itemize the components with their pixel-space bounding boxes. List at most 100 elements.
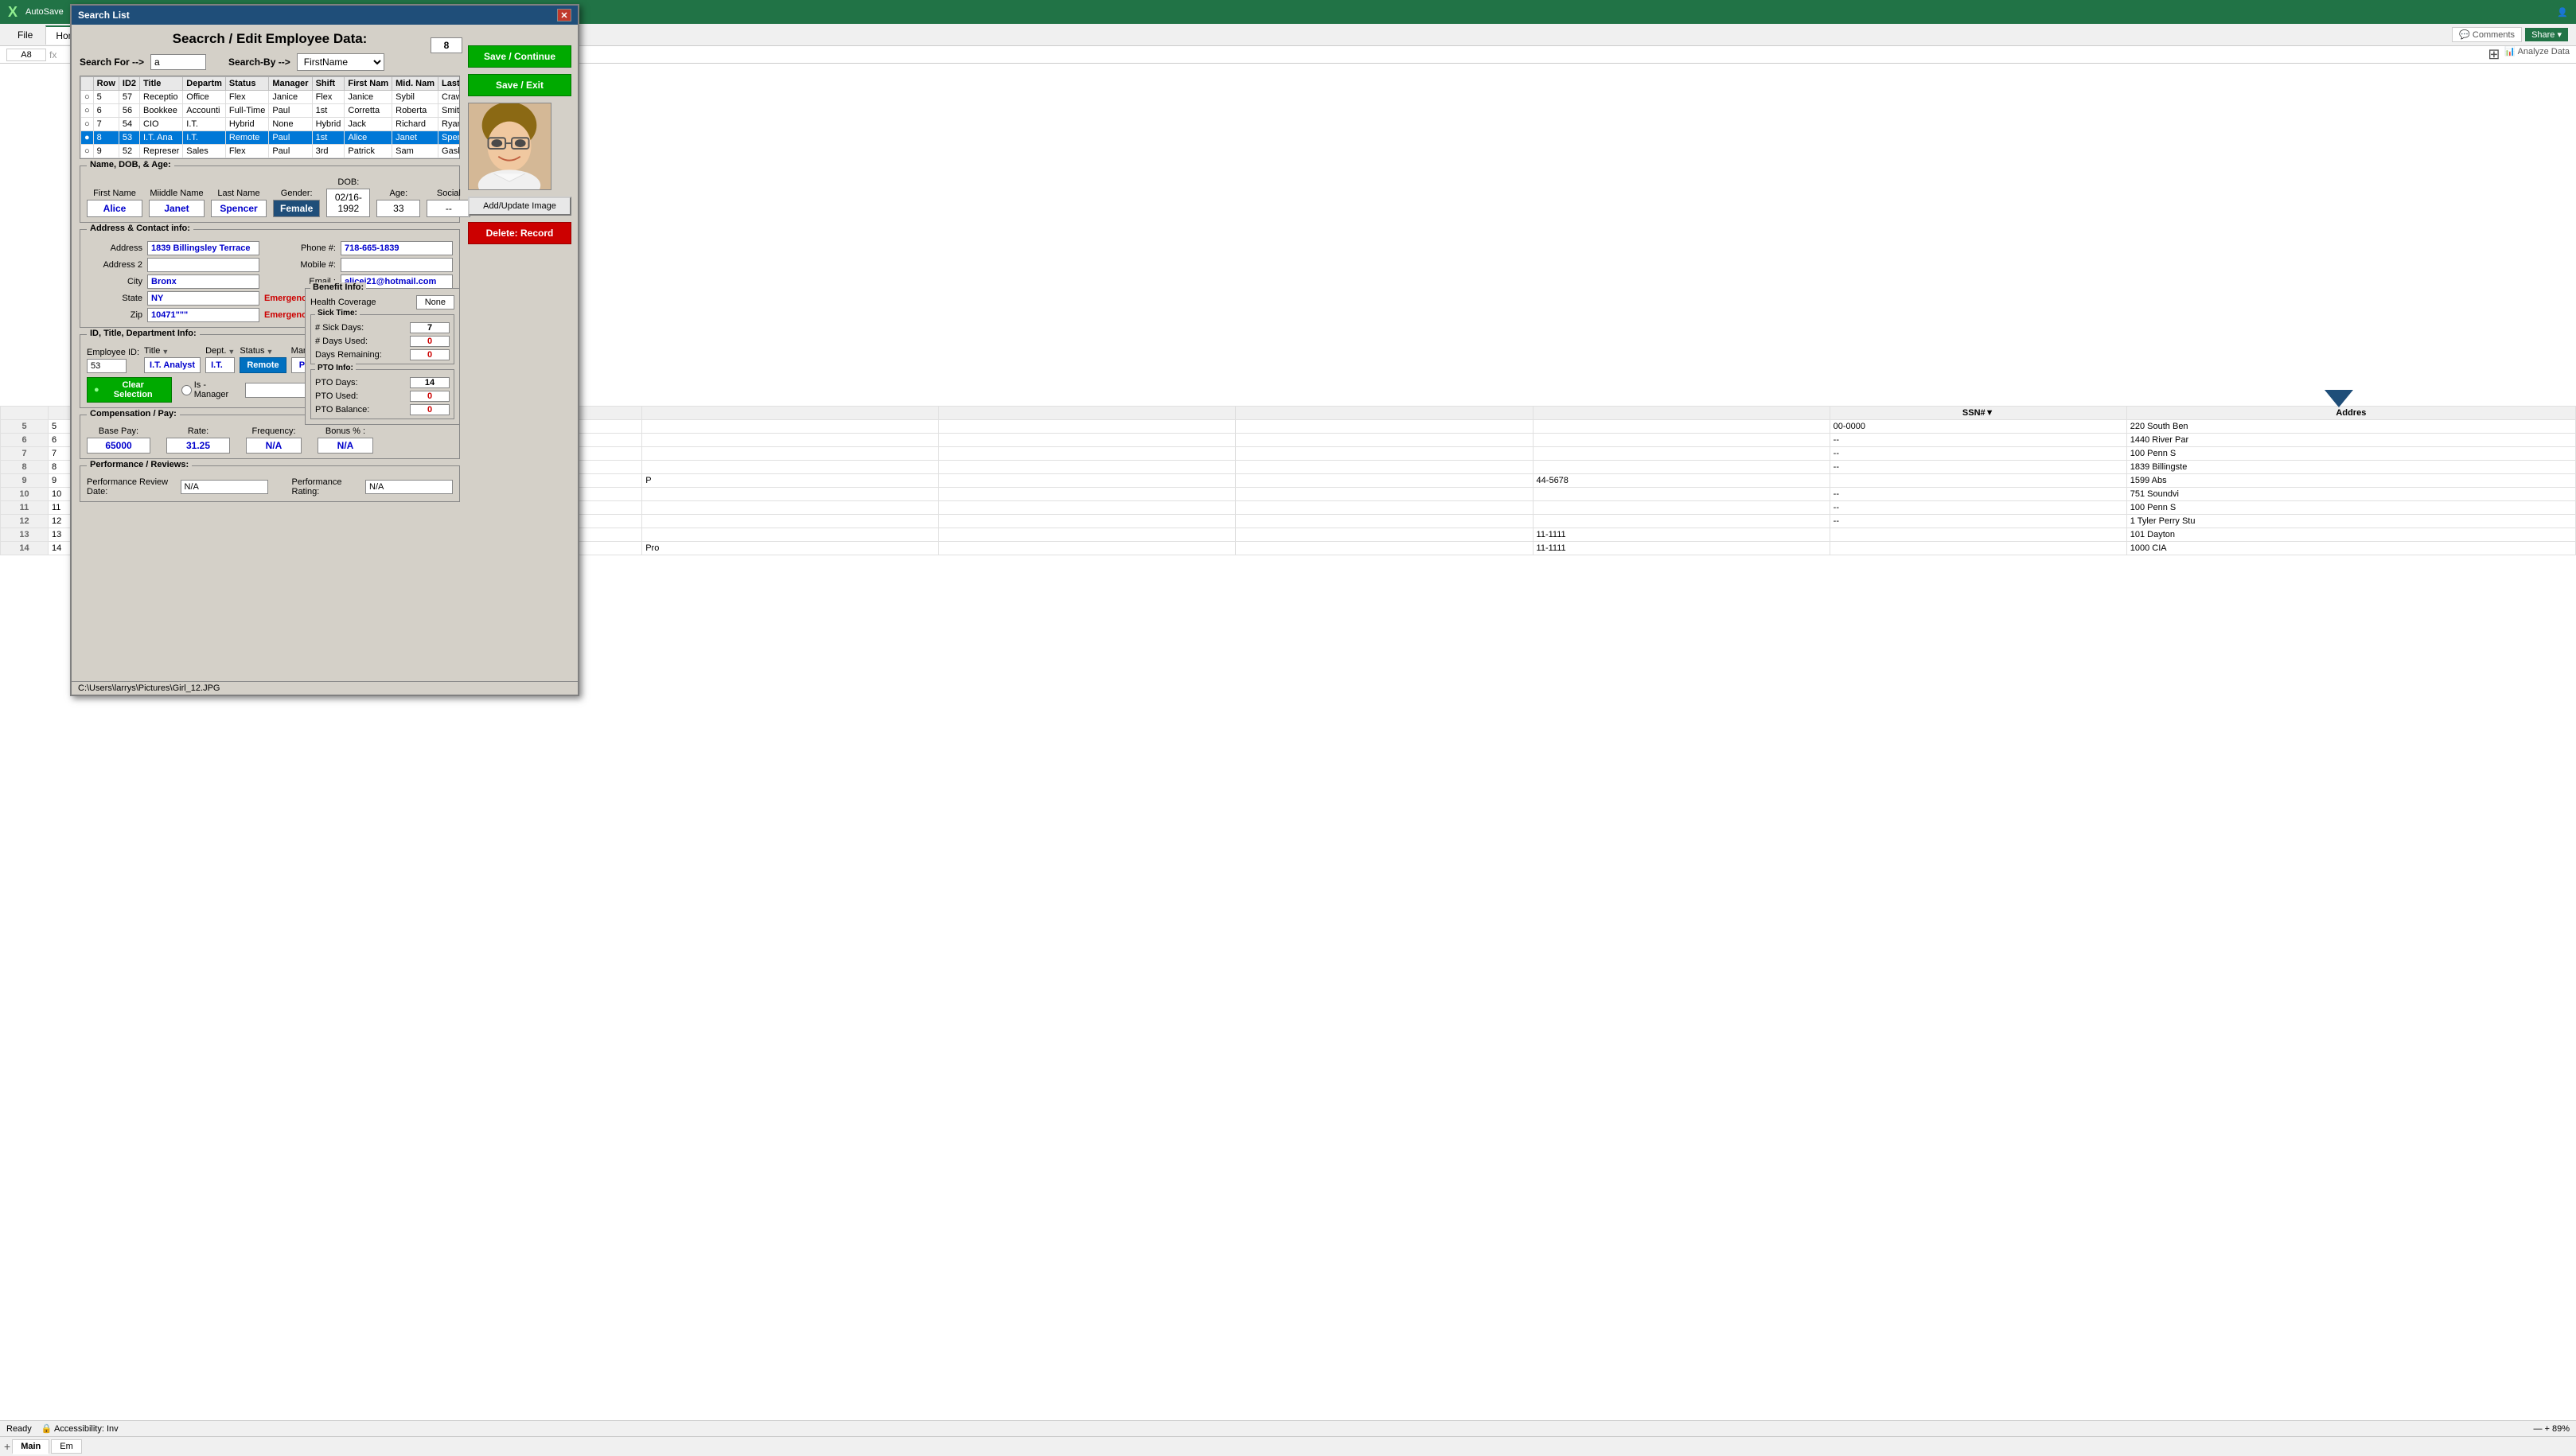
save-exit-button[interactable]: Save / Exit — [468, 74, 571, 96]
title-dropdown-arrow: ▼ — [162, 348, 169, 356]
review-date-input[interactable] — [181, 480, 268, 494]
dept-button[interactable]: I.T. — [205, 357, 235, 373]
col-addr: Addres — [2126, 407, 2575, 420]
status-dropdown-arrow: ▼ — [267, 348, 274, 356]
status-button[interactable]: Remote — [240, 357, 286, 373]
dept-dropdown-arrow: ▼ — [228, 348, 235, 356]
pto-days-input[interactable] — [410, 377, 450, 388]
age-label: Age: — [390, 189, 408, 198]
col-3 — [642, 407, 939, 420]
table-row[interactable]: ○754CIOI.T.HybridNoneHybridJackRichardRy… — [81, 118, 460, 131]
sheet-tab-main[interactable]: Main — [12, 1439, 49, 1454]
frequency-input[interactable] — [246, 438, 302, 454]
delete-record-button[interactable]: Delete: Record — [468, 222, 571, 244]
rating-input[interactable] — [365, 480, 453, 494]
address-label: Address — [87, 243, 142, 253]
table-row[interactable]: ○952RepreserSalesFlexPaul3rdPatrickSamGa… — [81, 145, 460, 158]
is-manager-radio-input[interactable] — [181, 385, 192, 395]
search-bar: Search For --> Search-By --> FirstName L… — [80, 53, 460, 71]
col-first-header: First Nam — [345, 77, 392, 91]
pto-used-input[interactable] — [410, 391, 450, 402]
excel-status-ready: Ready — [6, 1424, 32, 1434]
phone-input[interactable] — [341, 241, 453, 255]
last-name-button[interactable]: Spencer — [211, 200, 267, 217]
first-name-button[interactable]: Alice — [87, 200, 142, 217]
zip-label: Zip — [87, 310, 142, 320]
sick-time-legend: Sick Time: — [315, 309, 360, 317]
col-title-header: Title — [140, 77, 183, 91]
age-value: 33 — [376, 200, 420, 217]
col-manager-header: Manager — [269, 77, 312, 91]
col-ssn: SSN#▼ — [1830, 407, 2126, 420]
table-row[interactable]: ○557ReceptioOfficeFlexJaniceFlexJaniceSy… — [81, 91, 460, 104]
employee-id-input[interactable] — [87, 359, 127, 373]
dob-label: DOB: — [337, 177, 359, 187]
zip-input[interactable] — [147, 308, 259, 322]
city-label: City — [87, 277, 142, 286]
benefit-legend: Benefit Info: — [310, 282, 366, 292]
days-used-input[interactable] — [410, 336, 450, 347]
performance-section: Performance / Reviews: Performance Revie… — [80, 465, 460, 502]
name-dob-section: Name, DOB, & Age: First Name Alice Miidd… — [80, 165, 460, 223]
sick-days-input[interactable] — [410, 322, 450, 333]
table-row-selected[interactable]: ●853I.T. AnaI.T.RemotePaul1stAliceJanetS… — [81, 131, 460, 145]
address2-input[interactable] — [147, 258, 259, 272]
is-manager-radio[interactable]: Is - Manager — [181, 380, 309, 399]
dob-value: 02/16-1992 — [326, 189, 370, 217]
employee-id-label: Employee ID: — [87, 348, 139, 357]
phone-label: Phone #: — [264, 243, 336, 253]
days-remaining-label: Days Remaining: — [315, 350, 382, 360]
is-manager-radio-label: Is - Manager — [194, 380, 243, 399]
title-label: Title — [144, 346, 160, 356]
col-shift-header: Shift — [312, 77, 345, 91]
name-section-legend: Name, DOB, & Age: — [87, 160, 174, 169]
city-input[interactable] — [147, 274, 259, 289]
health-coverage-button[interactable]: None — [416, 295, 454, 309]
col-row-header: Row — [93, 77, 119, 91]
compensation-legend: Compensation / Pay: — [87, 409, 180, 419]
title-button[interactable]: I.T. Analyst — [144, 357, 201, 373]
address-section-legend: Address & Contact info: — [87, 224, 193, 233]
add-update-image-button[interactable]: Add/Update Image — [468, 197, 571, 216]
table-row[interactable]: ○656BookkeeAccountiFull-TimePaul1stCorre… — [81, 104, 460, 118]
search-edit-dialog: Search List ✕ 8 Save / Continue Save / E… — [70, 4, 579, 696]
modal-titlebar: Search List ✕ — [72, 6, 578, 25]
accessibility-status: 🔒 Accessibility: Inv — [41, 1423, 119, 1434]
state-input[interactable] — [147, 291, 259, 306]
tab-file[interactable]: File — [8, 25, 42, 44]
search-for-input[interactable] — [150, 54, 206, 70]
search-by-select[interactable]: FirstName LastName ID Department — [297, 53, 384, 71]
form-main-title: Seacrch / Edit Employee Data: — [80, 31, 460, 47]
pto-used-label: PTO Used: — [315, 391, 358, 401]
sick-days-label: # Sick Days: — [315, 323, 364, 333]
base-pay-input[interactable] — [87, 438, 150, 454]
close-button[interactable]: ✕ — [557, 9, 571, 21]
rating-label: Performance Rating: — [292, 477, 358, 496]
bonus-input[interactable] — [318, 438, 373, 454]
save-continue-button[interactable]: Save / Continue — [468, 45, 571, 68]
social-value: -- — [427, 200, 470, 217]
status-bar-path: C:\Users\larrys\Pictures\Girl_12.JPG — [78, 683, 220, 693]
mobile-label: Mobile #: — [264, 260, 336, 270]
pto-days-label: PTO Days: — [315, 378, 358, 387]
col-6 — [1533, 407, 1830, 420]
id-title-legend: ID, Title, Department Info: — [87, 329, 200, 338]
health-coverage-label: Health Coverage — [310, 298, 376, 307]
days-remaining-input[interactable] — [410, 349, 450, 360]
col-dept-header: Departm — [183, 77, 226, 91]
clear-selection-button[interactable]: ● Clear Selection — [87, 377, 172, 403]
rate-input[interactable] — [166, 438, 230, 454]
mobile-input[interactable] — [341, 258, 453, 272]
address-input[interactable] — [147, 241, 259, 255]
middle-name-button[interactable]: Janet — [149, 200, 205, 217]
base-pay-label: Base Pay: — [99, 426, 138, 436]
is-manager-text[interactable] — [245, 383, 309, 398]
sheet-tab-em[interactable]: Em — [51, 1439, 82, 1454]
dept-label: Dept. — [205, 346, 226, 356]
col-select — [81, 77, 94, 91]
gender-value: Female — [273, 200, 320, 217]
days-used-label: # Days Used: — [315, 337, 368, 346]
col-status-header: Status — [225, 77, 268, 91]
status-bar: C:\Users\larrys\Pictures\Girl_12.JPG — [72, 681, 578, 695]
pto-balance-input[interactable] — [410, 404, 450, 415]
